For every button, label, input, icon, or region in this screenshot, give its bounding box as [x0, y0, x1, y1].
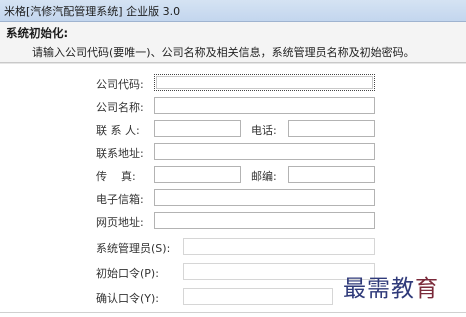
- company-code-label: 公司代码:: [96, 78, 144, 91]
- company-code-input[interactable]: [154, 74, 375, 91]
- instruction-text: 请输入公司代码(要唯一)、公司名称及相关信息，系统管理员名称及初始密码。: [32, 46, 415, 59]
- address-input[interactable]: [154, 143, 375, 160]
- header-panel: 系统初始化: 请输入公司代码(要唯一)、公司名称及相关信息，系统管理员名称及初始…: [0, 22, 466, 63]
- phone-label: 电话:: [251, 124, 277, 137]
- window-title: 米格[汽修汽配管理系统] 企业版 3.0: [4, 5, 181, 18]
- watermark-logo: 最需教育: [343, 269, 439, 303]
- postcode-input[interactable]: [288, 166, 375, 183]
- website-label: 网页地址:: [96, 216, 144, 229]
- fax-label: 传 真:: [96, 170, 136, 183]
- email-label: 电子信箱:: [96, 193, 144, 206]
- confirm-password-label: 确认口令(Y):: [96, 292, 160, 305]
- phone-input[interactable]: [288, 120, 375, 137]
- watermark-text-end: 育: [415, 276, 439, 302]
- contact-label: 联 系 人:: [96, 124, 140, 137]
- confirm-password-input[interactable]: [183, 288, 333, 305]
- email-input[interactable]: [154, 189, 375, 206]
- website-input[interactable]: [154, 212, 375, 229]
- watermark-text-main: 最需教: [343, 276, 415, 302]
- company-name-input[interactable]: [154, 97, 375, 114]
- header-divider: [0, 63, 466, 64]
- section-title: 系统初始化:: [6, 26, 69, 40]
- contact-input[interactable]: [154, 120, 241, 137]
- address-label: 联系地址:: [96, 147, 144, 160]
- fax-input[interactable]: [154, 166, 241, 183]
- postcode-label: 邮编:: [251, 170, 277, 183]
- admin-input[interactable]: [183, 238, 375, 255]
- bottom-divider: [0, 312, 466, 313]
- admin-label: 系统管理员(S):: [96, 242, 171, 255]
- title-bar: 米格[汽修汽配管理系统] 企业版 3.0: [0, 0, 466, 22]
- company-name-label: 公司名称:: [96, 101, 144, 114]
- password-label: 初始口令(P):: [96, 267, 159, 280]
